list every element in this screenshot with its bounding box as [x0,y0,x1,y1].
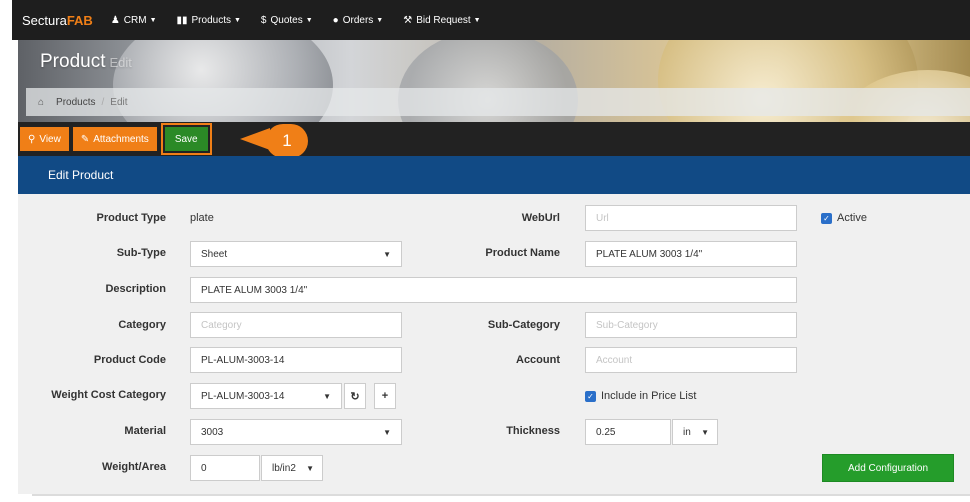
product-name-label: Product Name [485,247,560,259]
save-button[interactable]: Save [164,127,208,151]
section-header: Edit Product [18,156,970,194]
nav-quotes-label: Quotes [270,14,303,26]
category-input[interactable]: Category [190,312,402,338]
breadcrumb-separator: / [101,96,105,108]
weight-area-input[interactable]: 0 [190,455,260,481]
brand-logo[interactable]: SecturaFAB [22,13,93,28]
caret-down-icon: ▼ [473,16,481,24]
caret-down-icon: ▼ [376,16,384,24]
weight-cost-value: PL-ALUM-3003-14 [201,390,285,402]
page-title-text: Product [40,51,106,72]
action-toolbar: ⚲ View ✎ Attachments Save [18,122,970,156]
category-label: Category [118,319,166,331]
add-weight-cost-button[interactable]: + [374,383,396,409]
plus-icon: + [381,390,389,402]
attachments-button-label: Attachments [93,133,149,145]
edit-product-form [18,194,970,494]
product-code-label: Product Code [93,354,166,366]
view-button-label: View [39,133,61,145]
brand-main: Sectura [22,12,67,28]
account-input[interactable]: Account [585,347,797,373]
nav-products[interactable]: ▮▮ Products ▼ [177,15,241,26]
top-navbar: SecturaFAB ♟ CRM ▼ ▮▮ Products ▼ $ Quote… [12,0,970,40]
nav-crm[interactable]: ♟ CRM ▼ [111,15,157,26]
form-bottom-divider [32,494,970,496]
user-icon: ♟ [110,14,120,26]
weight-area-unit-select[interactable]: lb/in2 ▼ [261,455,323,481]
include-price-list-checkbox[interactable]: ✓ [585,391,596,402]
nav-quotes[interactable]: $ Quotes ▼ [261,15,313,26]
material-select[interactable]: 3003 ▼ [190,419,402,445]
nav-bid-request-label: Bid Request [416,14,471,26]
include-price-list-label: Include in Price List [601,390,697,402]
product-type-value: plate [190,212,214,224]
save-highlight: Save [160,123,212,155]
weburl-label: WebUrl [521,212,560,224]
dollar-icon: $ [260,14,267,26]
barcode-icon: ▮▮ [176,14,188,26]
attachments-button[interactable]: ✎ Attachments [72,127,157,151]
weight-cost-select[interactable]: PL-ALUM-3003-14 ▼ [190,383,342,409]
thickness-label: Thickness [506,425,560,437]
description-label: Description [105,283,166,295]
subcategory-label: Sub-Category [487,319,560,331]
subcategory-input[interactable]: Sub-Category [585,312,797,338]
active-label: Active [837,212,867,224]
material-label: Material [124,425,166,437]
add-configuration-button[interactable]: Add Configuration [822,454,954,482]
subtype-value: Sheet [201,248,228,260]
nav-orders[interactable]: ● Orders ▼ [333,15,384,26]
description-input[interactable]: PLATE ALUM 3003 1/4" [190,277,797,303]
account-label: Account [516,354,560,366]
caret-down-icon: ▼ [323,392,331,401]
thickness-input[interactable]: 0.25 [585,419,671,445]
page-banner: Product Edit ⌂ Products / Edit [18,40,970,122]
view-button[interactable]: ⚲ View [20,127,69,151]
subtype-label: Sub-Type [116,247,166,259]
nav-crm-label: CRM [123,14,147,26]
weight-area-label: Weight/Area [102,461,166,473]
weight-cost-label: Weight Cost Category [51,389,166,401]
caret-down-icon: ▼ [306,464,314,473]
nav-bid-request[interactable]: ⚒ Bid Request ▼ [403,15,480,26]
bell-icon: ● [332,14,339,26]
caret-down-icon: ▼ [701,428,709,437]
caret-down-icon: ▼ [233,16,241,24]
refresh-icon: ↻ [350,390,360,403]
product-type-label: Product Type [96,212,166,224]
thickness-unit-value: in [683,426,691,438]
nav-orders-label: Orders [342,14,374,26]
active-checkbox[interactable]: ✓ [821,213,832,224]
page-margin [0,0,12,502]
breadcrumb-edit: Edit [110,96,128,108]
search-icon: ⚲ [28,133,36,145]
home-icon[interactable]: ⌂ [38,97,44,108]
nav-products-label: Products [191,14,231,26]
caret-down-icon: ▼ [383,428,391,437]
weight-area-unit-value: lb/in2 [272,462,296,474]
callout-badge: 1 [266,124,308,158]
breadcrumb: ⌂ Products / Edit [26,88,970,116]
caret-down-icon: ▼ [383,250,391,259]
subtype-select[interactable]: Sheet ▼ [190,241,402,267]
caret-down-icon: ▼ [149,16,157,24]
product-code-input[interactable]: PL-ALUM-3003-14 [190,347,402,373]
brand-accent: FAB [66,12,93,28]
gavel-icon: ⚒ [403,14,413,26]
product-name-input[interactable]: PLATE ALUM 3003 1/4" [585,241,797,267]
breadcrumb-products[interactable]: Products [56,97,95,108]
caret-down-icon: ▼ [305,16,313,24]
material-value: 3003 [201,426,224,438]
paperclip-icon: ✎ [80,133,90,145]
page-title: Product Edit [40,51,132,73]
weburl-input[interactable]: Url [585,205,797,231]
refresh-button[interactable]: ↻ [344,383,366,409]
page-subtitle: Edit [109,55,132,70]
thickness-unit-select[interactable]: in ▼ [672,419,718,445]
